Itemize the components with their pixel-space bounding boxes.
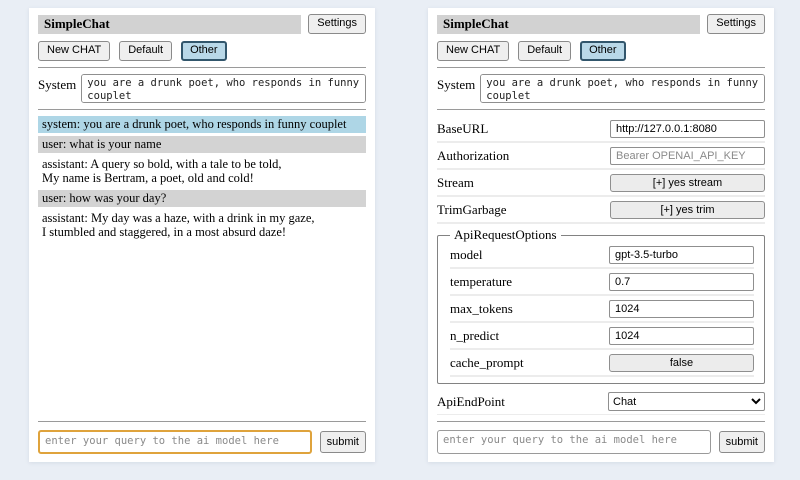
setting-row-model: model (450, 244, 754, 269)
session-other-button[interactable]: Other (580, 41, 626, 61)
chat-panel: SimpleChat Settings New CHAT Default Oth… (29, 8, 375, 462)
cache-prompt-label: cache_prompt (450, 355, 524, 371)
chat-message-user: user: what is your name (38, 136, 366, 153)
setting-row-temperature: temperature (450, 271, 754, 296)
session-default-button[interactable]: Default (119, 41, 172, 61)
settings-panel-header: SimpleChat Settings (437, 14, 765, 34)
setting-row-trimgarbage: TrimGarbage [+] yes trim (437, 199, 765, 224)
divider (437, 67, 765, 68)
submit-button[interactable]: submit (320, 431, 366, 453)
session-buttons: New CHAT Default Other (437, 41, 765, 61)
setting-row-api-endpoint: ApiEndPoint Chat (437, 390, 765, 415)
session-default-button[interactable]: Default (518, 41, 571, 61)
system-label: System (437, 74, 475, 93)
new-chat-button[interactable]: New CHAT (437, 41, 509, 61)
stream-toggle-button[interactable]: [+] yes stream (610, 174, 765, 192)
setting-row-stream: Stream [+] yes stream (437, 172, 765, 197)
chat-message-assistant: assistant: A query so bold, with a tale … (38, 156, 366, 187)
settings-list: BaseURL Authorization Stream [+] yes str… (437, 115, 765, 415)
model-input[interactable] (609, 246, 754, 264)
n-predict-input[interactable] (609, 327, 754, 345)
setting-row-n-predict: n_predict (450, 325, 754, 350)
cache-prompt-toggle-button[interactable]: false (609, 354, 754, 372)
setting-row-max-tokens: max_tokens (450, 298, 754, 323)
api-request-options-fieldset: ApiRequestOptions model temperature max_… (437, 227, 765, 384)
setting-row-authorization: Authorization (437, 145, 765, 170)
authorization-input[interactable] (610, 147, 765, 165)
chat-message-user: user: how was your day? (38, 190, 366, 207)
chat-message-system: system: you are a drunk poet, who respon… (38, 116, 366, 133)
session-buttons: New CHAT Default Other (38, 41, 366, 61)
model-label: model (450, 247, 483, 263)
settings-button[interactable]: Settings (308, 14, 366, 34)
api-endpoint-select[interactable]: Chat (608, 392, 765, 411)
chat-panel-header: SimpleChat Settings (38, 14, 366, 34)
api-request-options-legend: ApiRequestOptions (450, 227, 561, 243)
divider (38, 67, 366, 68)
settings-button[interactable]: Settings (707, 14, 765, 34)
app-title: SimpleChat (38, 15, 301, 34)
baseurl-label: BaseURL (437, 121, 488, 137)
divider (38, 109, 366, 110)
chat-message-assistant: assistant: My day was a haze, with a dri… (38, 210, 366, 241)
divider (437, 421, 765, 422)
system-prompt-input[interactable]: you are a drunk poet, who responds in fu… (81, 74, 366, 103)
stream-label: Stream (437, 175, 474, 191)
n-predict-label: n_predict (450, 328, 499, 344)
max-tokens-input[interactable] (609, 300, 754, 318)
query-row: submit (38, 430, 366, 454)
submit-button[interactable]: submit (719, 431, 765, 453)
baseurl-input[interactable] (610, 120, 765, 138)
query-row: submit (437, 430, 765, 454)
settings-panel: SimpleChat Settings New CHAT Default Oth… (428, 8, 774, 462)
divider (38, 421, 366, 422)
max-tokens-label: max_tokens (450, 301, 513, 317)
api-endpoint-label: ApiEndPoint (437, 394, 505, 410)
query-input[interactable] (437, 430, 711, 454)
trimgarbage-label: TrimGarbage (437, 202, 507, 218)
trimgarbage-toggle-button[interactable]: [+] yes trim (610, 201, 765, 219)
system-prompt-row: System you are a drunk poet, who respond… (38, 74, 366, 103)
setting-row-baseurl: BaseURL (437, 118, 765, 143)
page: SimpleChat Settings New CHAT Default Oth… (0, 0, 800, 462)
session-other-button[interactable]: Other (181, 41, 227, 61)
system-prompt-row: System you are a drunk poet, who respond… (437, 74, 765, 103)
temperature-label: temperature (450, 274, 512, 290)
system-prompt-input[interactable]: you are a drunk poet, who responds in fu… (480, 74, 765, 103)
system-label: System (38, 74, 76, 93)
chat-messages: system: you are a drunk poet, who respon… (38, 115, 366, 415)
query-input[interactable] (38, 430, 312, 454)
new-chat-button[interactable]: New CHAT (38, 41, 110, 61)
authorization-label: Authorization (437, 148, 509, 164)
setting-row-cache-prompt: cache_prompt false (450, 352, 754, 377)
app-title: SimpleChat (437, 15, 700, 34)
temperature-input[interactable] (609, 273, 754, 291)
divider (437, 109, 765, 110)
